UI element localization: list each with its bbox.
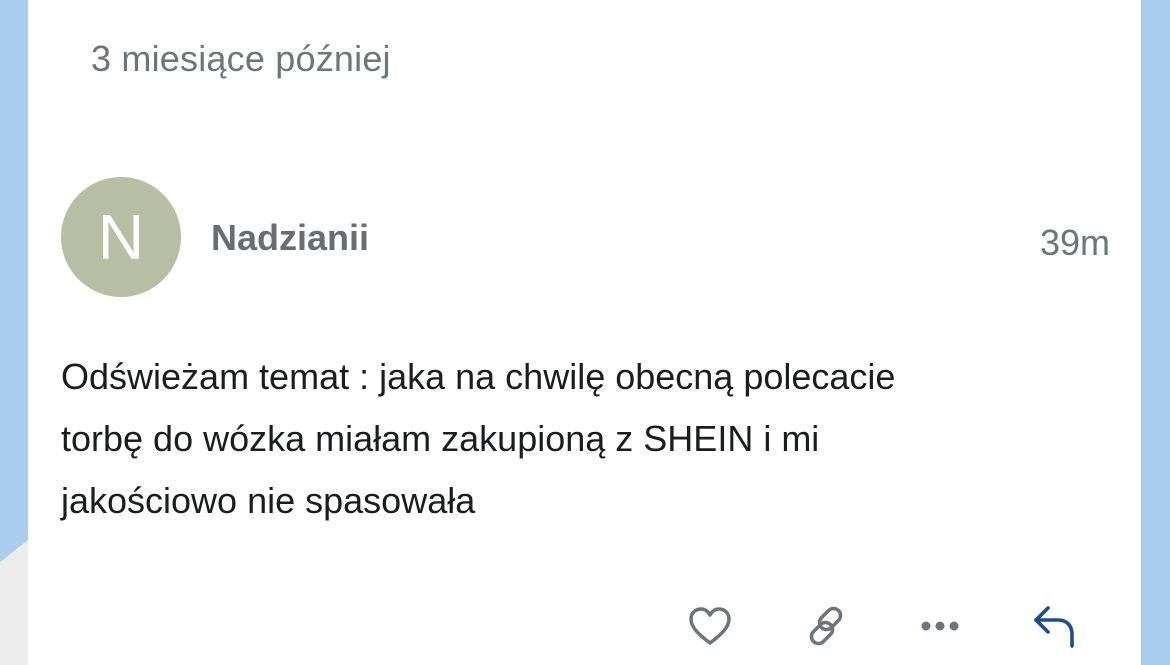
post-actions	[28, 596, 1141, 665]
post-body-line: Odświeżam temat : jaka na chwilę obecną …	[61, 356, 896, 397]
post-body: Odświeżam temat : jaka na chwilę obecną …	[61, 346, 1061, 532]
share-link-button[interactable]	[796, 596, 856, 656]
like-button[interactable]	[680, 596, 740, 656]
heart-icon	[689, 607, 731, 645]
reply-button[interactable]	[1024, 596, 1084, 656]
reply-icon	[1034, 606, 1074, 648]
post: N Nadzianii 39m Odświeżam temat : jaka n…	[28, 0, 1141, 665]
post-timestamp: 39m	[1039, 222, 1110, 263]
username[interactable]: Nadzianii	[211, 217, 369, 259]
thread-card: 3 miesiące później N Nadzianii 39m Odświ…	[28, 0, 1141, 665]
post-body-line: jakościowo nie spasowała	[61, 480, 476, 521]
more-horizontal-icon	[921, 621, 959, 631]
post-body-line: torbę do wózka miałam zakupioną z SHEIN …	[61, 418, 820, 459]
avatar[interactable]: N	[61, 177, 181, 297]
background-edge	[0, 540, 28, 562]
more-options-button[interactable]	[910, 596, 970, 656]
link-icon	[809, 606, 843, 646]
